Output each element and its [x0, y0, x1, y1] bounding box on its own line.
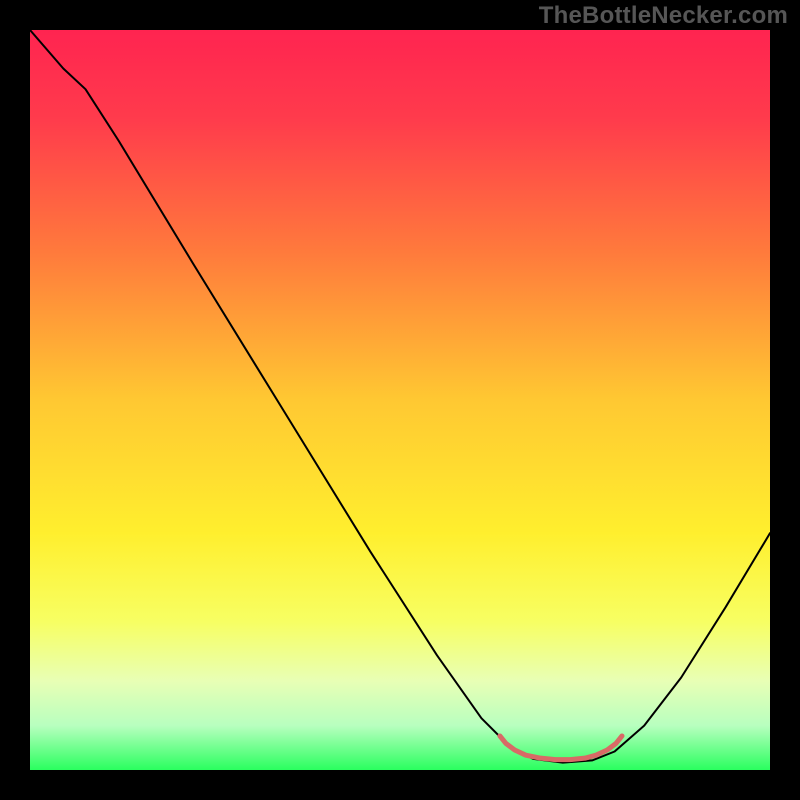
watermark-text: TheBottleNecker.com [539, 2, 788, 30]
gradient-background [30, 30, 770, 770]
bottleneck-chart [30, 30, 770, 770]
chart-frame: TheBottleNecker.com [0, 0, 800, 800]
